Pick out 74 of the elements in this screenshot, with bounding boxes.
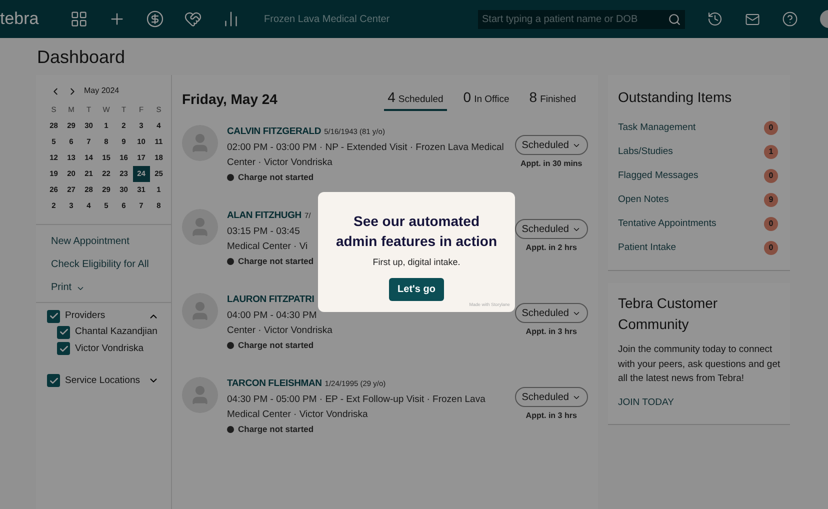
outstanding-link[interactable]: Task Management [618,120,696,136]
action-link[interactable]: Check Eligibility for All [51,258,171,272]
charge-status: Charge not started [238,171,314,184]
outstanding-link[interactable]: Flagged Messages [618,168,698,184]
appointment-location: Medical Center · Vi [227,240,308,254]
count-badge: 0 [764,121,778,135]
dialog-title: See our automated admin features in action [334,212,498,251]
lets-go-button[interactable]: Let's go [388,278,444,300]
avatar-icon [182,377,218,413]
filter-label[interactable]: Providers [65,309,106,324]
charge-status: Charge not started [238,423,314,436]
appointment-location: Medical Center · Victor Vondriska [227,408,368,422]
outstanding-link[interactable]: Tentative Appointments [618,216,716,232]
card-title: Tebra Customer Community [618,294,719,334]
action-link[interactable]: New Appointment [51,235,171,249]
print-menu[interactable]: Print [51,281,171,295]
dollar-icon[interactable] [146,10,164,28]
appointment-time: 03:15 PM - 03:45 [227,225,300,239]
status-dropdown[interactable]: Scheduled [514,387,588,407]
checkbox[interactable] [57,326,70,339]
appointment-location: Center · Victor Vondriska [227,156,332,170]
avatar-icon [182,293,218,329]
patient-name[interactable]: CALVIN FITZGERALD [227,125,322,139]
outstanding-link[interactable]: Open Notes [618,192,669,208]
appointment-time: 02:00 PM - 03:00 PM · NP - Extended Visit · Frozen Lava Medical [227,141,504,155]
patient-name[interactable]: ALAN FITZHUGH [227,209,302,223]
page-title: Dashboard [37,46,126,68]
search-field[interactable]: Start typing a patient name or DOB [478,10,685,28]
appointment-time: 04:00 PM - 04:30 PM [227,309,317,323]
schedule-date: Friday, May 24 [182,90,278,109]
history-icon[interactable] [707,11,723,27]
card-title: Outstanding Items [618,88,733,107]
outstanding-link[interactable]: Labs/Studies [618,144,673,160]
charge-status: Charge not started [238,339,314,352]
search-icon[interactable] [668,12,681,26]
dialog-subtitle: First up, digital intake. [372,256,460,269]
outstanding-link[interactable]: Patient Intake [618,240,676,256]
appointment-eta: Appt. in 3 hrs [526,326,577,338]
checkbox[interactable] [47,310,60,323]
community-text: Join the community today to connect with your peers, ask questions and get all the latest news from Tebra! [618,343,782,386]
join-link[interactable]: JOIN TODAY [618,396,780,410]
bar-chart-icon[interactable] [222,10,240,28]
count-badge: 0 [764,241,778,255]
provider-label[interactable]: Chantal Kazandjian [75,325,158,340]
logo[interactable]: tebra [0,6,62,32]
patient-name[interactable]: LAURON FITZPATRI [227,293,314,307]
mail-icon[interactable] [745,12,760,26]
appointment-eta: Appt. in 30 mins [520,158,582,170]
count-badge: 0 [764,217,778,231]
checkbox[interactable] [57,342,70,356]
avatar-icon [182,125,218,161]
patient-name[interactable]: TARCON FLEISHMAN [227,377,322,391]
appointment-location: Center · Victor Vondriska [227,324,332,338]
clinic-name[interactable]: Frozen Lava Medical Center [264,12,390,26]
filter-label[interactable]: Service Locations [65,374,140,388]
schedule-tab[interactable]: 0 In Office [459,87,514,111]
schedule-tab[interactable]: 8 Finished [525,87,580,111]
schedule-tab[interactable]: 4 Scheduled [384,87,448,111]
avatar-icon [182,209,218,245]
count-badge: 0 [764,169,778,183]
month-label: May 2024 [84,85,120,97]
appointment-eta: Appt. in 2 hrs [526,242,577,254]
checkbox[interactable] [47,374,60,388]
appointment-time: 04:30 PM - 05:00 PM · EP - Ext Follow-up Visit · Frozen Lava [227,393,486,407]
count-badge: 9 [764,193,778,207]
status-dropdown[interactable]: Scheduled [514,303,588,323]
count-badge: 1 [764,145,778,159]
status-dropdown[interactable]: Scheduled [514,135,588,155]
provider-label[interactable]: Victor Vondriska [75,342,144,356]
charge-status: Charge not started [238,255,314,268]
status-dropdown[interactable]: Scheduled [514,219,588,239]
grid-icon[interactable] [70,10,88,28]
appointment-eta: Appt. in 3 hrs [526,410,577,422]
help-icon[interactable] [782,11,798,27]
